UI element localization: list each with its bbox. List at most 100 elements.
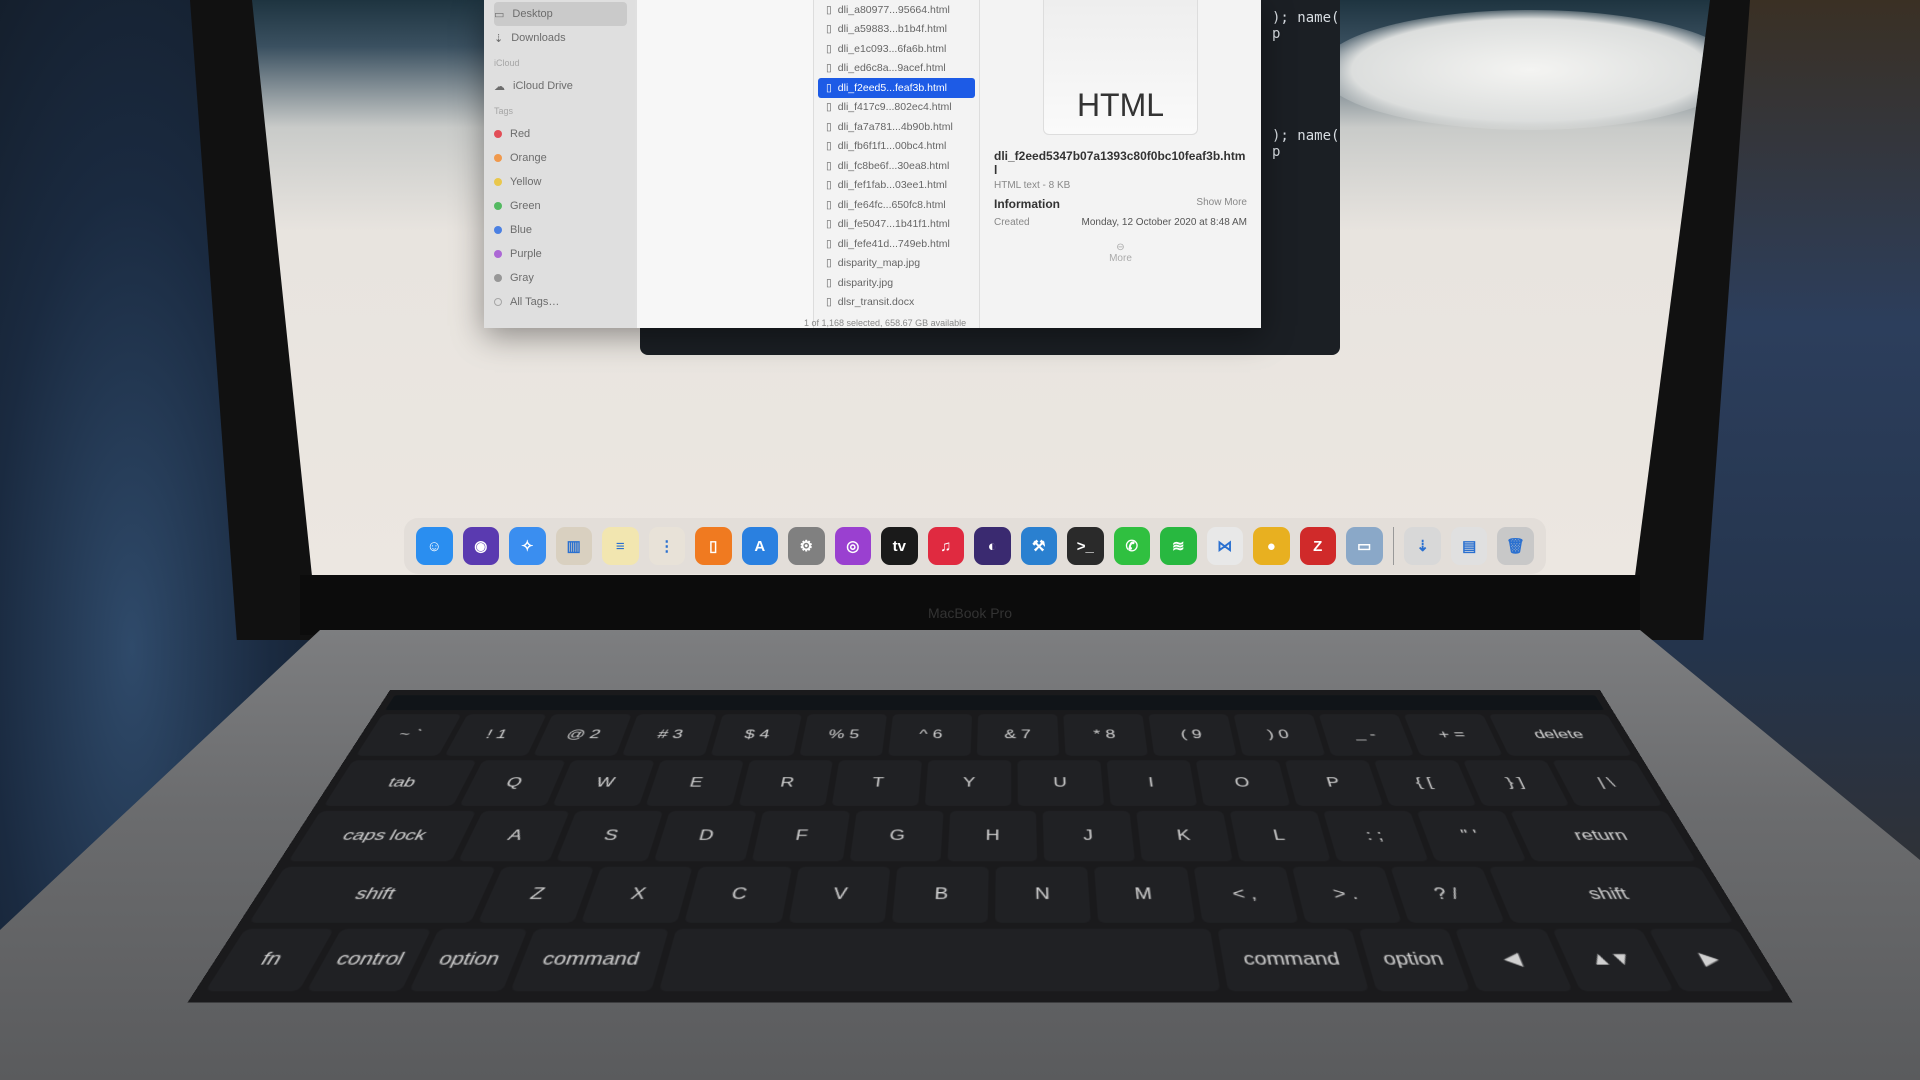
key--[interactable]: : ; (1323, 810, 1429, 862)
dock-app-books-icon[interactable]: ▯ (695, 527, 732, 565)
file-row[interactable]: ▯ dli_a59883...b1b4f.html (818, 20, 975, 40)
sidebar-tag-5[interactable]: Purple (494, 242, 627, 266)
key--[interactable]: > . (1291, 866, 1402, 923)
key--[interactable]: _ - (1318, 714, 1414, 756)
dock-app-spotify-icon[interactable]: ≋ (1160, 527, 1197, 565)
key--[interactable]: " ' (1416, 810, 1526, 862)
file-row[interactable]: ▯ dli_e1c093...6fa6b.html (818, 39, 975, 59)
file-row[interactable]: ▯ dli_a80977...95664.html (818, 0, 975, 20)
file-row[interactable]: ▯ dli_f2eed5...feaf3b.html (818, 78, 975, 98)
sidebar-tag-3[interactable]: Green (494, 194, 627, 218)
key--3[interactable]: # 3 (621, 714, 717, 756)
key-command[interactable]: command (1217, 928, 1369, 992)
dock-app-siri-icon[interactable]: ◉ (462, 527, 499, 565)
key-b[interactable]: B (891, 866, 989, 923)
dock-app-app-store-icon[interactable]: A (741, 527, 778, 565)
key--[interactable]: | \ (1552, 760, 1663, 806)
dock-app-downloads-folder-icon[interactable]: ⇣ (1404, 527, 1441, 565)
sidebar-tag-4[interactable]: Blue (494, 218, 627, 242)
sidebar-item-downloads[interactable]: ⇣ Downloads (494, 26, 627, 50)
key--[interactable]: ~ ` (355, 714, 462, 756)
dock-app-trash-icon[interactable]: 🗑 (1497, 527, 1534, 565)
key-d[interactable]: D (653, 810, 757, 862)
key-option[interactable]: option (408, 928, 528, 992)
key-c[interactable]: C (684, 866, 792, 923)
sidebar-tag-6[interactable]: Gray (494, 266, 627, 290)
key-z[interactable]: Z (477, 866, 595, 923)
dock-app-notes-icon[interactable]: ≡ (602, 527, 639, 565)
key-q[interactable]: Q (460, 760, 567, 806)
key-k[interactable]: K (1136, 810, 1233, 862)
key-shift[interactable]: shift (1489, 866, 1734, 923)
key--9[interactable]: ( 9 (1148, 714, 1237, 756)
file-row[interactable]: ▯ disparity_map.jpg (818, 254, 975, 274)
dock-app-documents-stack-icon[interactable]: ▤ (1450, 527, 1488, 565)
key-m[interactable]: M (1094, 866, 1195, 923)
file-row[interactable]: ▯ dli_fefe41d...749eb.html (818, 234, 975, 254)
dock-app-visual-studio-code-icon[interactable]: ⋈ (1206, 527, 1243, 565)
dock-app-terminal-icon[interactable]: >_ (1067, 527, 1104, 565)
key-space[interactable] (658, 928, 1221, 992)
show-more-link[interactable]: Show More (1196, 197, 1247, 211)
key--6[interactable]: ^ 6 (887, 714, 972, 756)
file-row[interactable]: ▯ dli_fef1fab...03ee1.html (818, 176, 975, 196)
key-option[interactable]: option (1358, 928, 1471, 992)
dock-app-safari-icon[interactable]: ✧ (509, 527, 546, 565)
key--0[interactable]: ) 0 (1233, 714, 1325, 756)
key-l[interactable]: L (1229, 810, 1331, 862)
more-button[interactable]: ⊖ More (994, 242, 1247, 264)
finder-file-list[interactable]: ▯ dli_a80977...95664.html ▯ dli_a59883...b1… (814, 0, 980, 328)
key-delete[interactable]: delete (1488, 714, 1633, 756)
key-w[interactable]: W (553, 760, 656, 806)
key-y[interactable]: Y (925, 760, 1012, 806)
key-t[interactable]: T (832, 760, 923, 806)
key--[interactable]: < , (1193, 866, 1299, 923)
key-return[interactable]: return (1509, 810, 1697, 862)
dock-app-preview-icon[interactable]: ▭ (1346, 527, 1383, 565)
file-row[interactable]: ▯ dli_fb6f1f1...00bc4.html (818, 137, 975, 157)
dock-app-reminders-icon[interactable]: ⋮ (648, 527, 685, 565)
touch-bar[interactable] (385, 695, 1605, 711)
dock-app-coin-app-icon[interactable]: ● (1253, 527, 1290, 565)
dock-app-xcode-icon[interactable]: ⚒ (1020, 527, 1057, 565)
finder-window[interactable]: ▭ Desktop ⇣ Downloads iCloud ☁ iCloud Drive… (484, 0, 1261, 328)
key--8[interactable]: * 8 (1063, 714, 1148, 756)
dock-app-music-icon[interactable]: ♫ (927, 527, 964, 565)
key--5[interactable]: % 5 (799, 714, 887, 756)
dock-app-podcasts-icon[interactable]: ◎ (834, 527, 871, 565)
key-u[interactable]: U (1017, 760, 1105, 806)
file-row[interactable]: ▯ dli_fe5047...1b41f1.html (818, 215, 975, 235)
key-v[interactable]: V (788, 866, 891, 923)
key--4[interactable]: $ 4 (710, 714, 802, 756)
key-f[interactable]: F (751, 810, 850, 862)
key-shift[interactable]: shift (249, 866, 496, 923)
dock-app-eclipse-icon[interactable]: ◐ (974, 527, 1011, 565)
file-row[interactable]: ▯ dlsr_transit.docx (818, 293, 975, 313)
key--7[interactable]: & 7 (976, 714, 1059, 756)
dock-app-launchpad-icon[interactable]: ▥ (555, 527, 592, 565)
sidebar-tag-2[interactable]: Yellow (494, 170, 627, 194)
dock-app-zotero-icon[interactable]: Z (1299, 527, 1336, 565)
dock-app-system-preferences-icon[interactable]: ⚙ (788, 527, 825, 565)
file-row[interactable]: ▯ dli_fa7a781...4b90b.html (818, 117, 975, 137)
key-caps-lock[interactable]: caps lock (288, 810, 477, 862)
key-j[interactable]: J (1043, 810, 1136, 862)
key-command[interactable]: command (510, 928, 669, 992)
key-p[interactable]: P (1284, 760, 1384, 806)
key--[interactable]: { [ (1374, 760, 1477, 806)
sidebar-tag-1[interactable]: Orange (494, 146, 627, 170)
file-row[interactable]: ▯ disparity.jpg (818, 273, 975, 293)
key-g[interactable]: G (849, 810, 944, 862)
sidebar-item-icloud-drive[interactable]: ☁ iCloud Drive (494, 74, 627, 98)
sidebar-tag-7[interactable]: All Tags… (494, 290, 627, 314)
dock-app-tv-icon[interactable]: tv (881, 527, 918, 565)
key-e[interactable]: E (646, 760, 745, 806)
file-row[interactable]: ▯ dli_ed6c8a...9acef.html (818, 59, 975, 79)
key-i[interactable]: I (1106, 760, 1198, 806)
key--[interactable]: ? / (1390, 866, 1506, 923)
finder-column-empty[interactable] (637, 0, 814, 328)
key--1[interactable]: ! 1 (444, 714, 547, 756)
key-o[interactable]: O (1195, 760, 1291, 806)
key-s[interactable]: S (556, 810, 664, 862)
key-x[interactable]: X (581, 866, 693, 923)
